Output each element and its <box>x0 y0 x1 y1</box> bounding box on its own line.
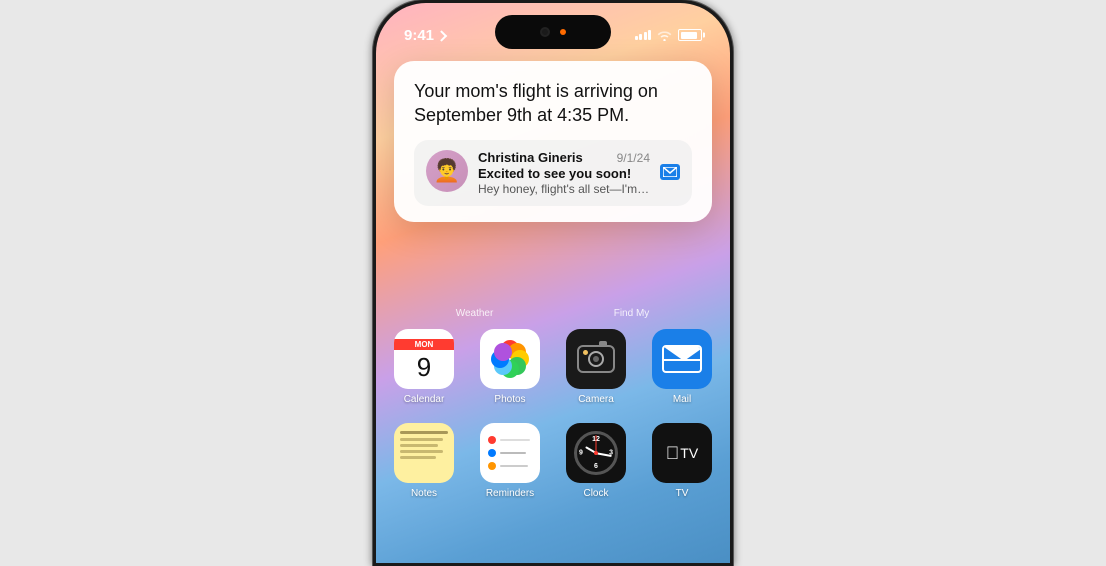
photos-label: Photos <box>494 394 525 405</box>
photos-icon <box>480 329 540 389</box>
app-item-camera[interactable]: Camera <box>562 329 630 405</box>
avatar: 🧑‍🦱 <box>426 150 468 192</box>
calendar-label: Calendar <box>404 394 445 405</box>
location-icon <box>436 30 447 41</box>
calendar-date: 9 <box>417 354 431 380</box>
findmy-widget-label: Find My <box>597 308 667 319</box>
weather-widget-label: Weather <box>440 308 510 319</box>
notification-message[interactable]: 🧑‍🦱 Christina Gineris 9/1/24 Excited to … <box>414 140 692 206</box>
message-header: Christina Gineris 9/1/24 <box>478 150 650 165</box>
message-content: Christina Gineris 9/1/24 Excited to see … <box>478 150 650 196</box>
island-camera <box>540 27 550 37</box>
app-row-2: Notes <box>390 423 716 499</box>
message-subject: Excited to see you soon! <box>478 166 650 181</box>
notification-main-text: Your mom's flight is arriving on Septemb… <box>414 79 692 128</box>
island-dot <box>560 29 566 35</box>
calendar-day: MON <box>394 339 454 350</box>
dynamic-island <box>495 15 611 49</box>
message-preview: Hey honey, flight's all set—I'm takin... <box>478 182 650 196</box>
calendar-icon: MON 9 <box>394 329 454 389</box>
status-time: 9:41 <box>404 27 447 44</box>
time-display: 9:41 <box>404 27 434 44</box>
app-item-tv[interactable]:  TV TV <box>648 423 716 499</box>
message-date: 9/1/24 <box>617 151 650 165</box>
camera-icon <box>566 329 626 389</box>
notes-label: Notes <box>411 488 437 499</box>
app-item-notes[interactable]: Notes <box>390 423 458 499</box>
clock-label: Clock <box>583 488 608 499</box>
reminders-label: Reminders <box>486 488 534 499</box>
notes-icon <box>394 423 454 483</box>
contact-name: Christina Gineris <box>478 150 583 165</box>
widget-labels: Weather Find My <box>376 308 730 319</box>
phone-container: 9:41 <box>363 0 743 566</box>
reminders-icon <box>480 423 540 483</box>
phone-screen: 9:41 <box>376 3 730 563</box>
clock-icon: 12 3 6 9 <box>566 423 626 483</box>
camera-label: Camera <box>578 394 614 405</box>
app-item-calendar[interactable]: MON 9 Calendar <box>390 329 458 405</box>
mail-label: Mail <box>673 394 691 405</box>
signal-icon <box>635 30 652 40</box>
photos-flower <box>488 337 532 381</box>
apple-logo:  <box>666 443 680 464</box>
wifi-icon <box>657 29 672 41</box>
tv-text: TV <box>680 445 698 461</box>
app-row-1: MON 9 Calendar <box>390 329 716 405</box>
notification-card[interactable]: Your mom's flight is arriving on Septemb… <box>394 61 712 222</box>
battery-icon <box>678 29 702 41</box>
app-item-photos[interactable]: Photos <box>476 329 544 405</box>
tv-icon:  TV <box>652 423 712 483</box>
mail-icon-badge <box>660 164 680 180</box>
mail-app-icon <box>652 329 712 389</box>
app-item-reminders[interactable]: Reminders <box>476 423 544 499</box>
tv-label: TV <box>676 488 689 499</box>
status-icons <box>635 29 703 41</box>
app-item-clock[interactable]: 12 3 6 9 Clock <box>562 423 630 499</box>
phone-frame: 9:41 <box>373 0 733 566</box>
app-grid: MON 9 Calendar <box>376 329 730 517</box>
app-item-mail[interactable]: Mail <box>648 329 716 405</box>
